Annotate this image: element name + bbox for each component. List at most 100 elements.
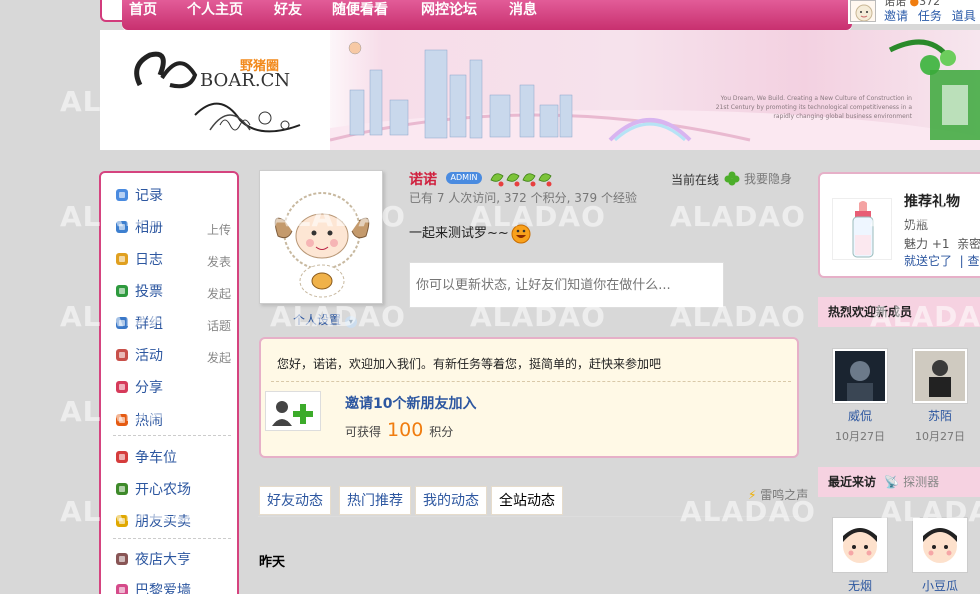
member-avatar[interactable]	[832, 348, 888, 404]
sidebar-item-label: 相册	[135, 220, 163, 236]
chevron-down-icon: ▾	[344, 316, 357, 328]
sidebar-item[interactable]: 日志 发表	[113, 247, 231, 271]
user-mini-avatar[interactable]	[850, 0, 876, 22]
sidebar-item-label: 分享	[135, 380, 163, 396]
view-gift-link[interactable]: 查看	[968, 254, 980, 268]
sidebar-item-action[interactable]: 话题	[207, 317, 231, 334]
sidebar-item-action[interactable]: 发起	[207, 285, 231, 302]
share-heart-icon	[115, 380, 129, 394]
sidebar-item-label: 开心农场	[135, 482, 191, 498]
user-links: 邀请 任务 道具	[884, 7, 980, 24]
clover-icon	[724, 171, 740, 191]
wall-icon	[115, 583, 129, 594]
detector-link[interactable]: 📡 探测器	[884, 475, 939, 489]
gift-name: 奶瓶	[904, 218, 929, 232]
nav-forum[interactable]: 网控论坛	[421, 0, 477, 20]
journal-icon	[115, 252, 129, 266]
member-name[interactable]: 苏陌	[910, 407, 970, 424]
photo-album-icon	[115, 220, 129, 234]
banner-slogan: You Dream, We Build. Creating a New Cult…	[715, 95, 912, 120]
watermark: ALADAO	[670, 200, 806, 233]
add-friend-icon[interactable]	[265, 391, 321, 431]
nav-friends[interactable]: 好友	[274, 0, 302, 20]
sidebar-item-label: 投票	[135, 284, 163, 300]
parking-icon	[115, 450, 129, 464]
microphone-icon	[115, 552, 129, 566]
invite-reward: 可获得 100 积分	[345, 419, 454, 441]
sidebar-item-label: 群组	[135, 316, 163, 332]
member-date: 10月27日	[915, 430, 965, 443]
admin-badge: ADMIN	[446, 172, 482, 184]
sidebar-item[interactable]: 争车位	[113, 445, 231, 469]
chat-bubble-icon	[115, 188, 129, 202]
lightning-icon: ⚡	[748, 488, 757, 502]
sidebar-divider	[113, 435, 231, 436]
welcome-text: 您好，诺诺，欢迎加入我们。有新任务等着您，挺简单的，赶快来参加吧	[277, 357, 662, 371]
top-nav: 首页 个人主页 好友 随便看看 网控论坛 消息	[122, 0, 852, 30]
tab-hot[interactable]: 热门推荐	[339, 486, 411, 515]
divider	[271, 381, 791, 382]
sidebar-item-label: 争车位	[135, 450, 177, 466]
header-banner: 野猪圈 BOAR.CN You Dream, We Build. Creatin…	[100, 30, 980, 150]
baby-bottle-icon[interactable]	[832, 198, 892, 260]
sidebar-item[interactable]: 群组 话题	[113, 311, 231, 335]
profile-stats: 已有 7 人次访问, 372 个积分, 379 个经验	[409, 191, 637, 205]
calendar-icon	[115, 348, 129, 362]
visitor-name[interactable]: 无烟	[830, 577, 890, 594]
logo-domain: BOAR.CN	[200, 70, 291, 91]
sidebar-item-label: 记录	[135, 188, 163, 204]
status-input[interactable]	[409, 262, 724, 308]
site-logo[interactable]: 野猪圈 BOAR.CN	[100, 30, 330, 150]
sidebar-item[interactable]: 投票 发起	[113, 279, 231, 303]
sidebar-item[interactable]: 夜店大亨	[113, 547, 231, 571]
poll-icon	[115, 284, 129, 298]
tab-divider	[258, 516, 798, 517]
tab-my-feed[interactable]: 我的动态	[415, 486, 487, 515]
status-message: 一起来测试罗~~	[409, 222, 531, 244]
city-illustration	[330, 39, 980, 150]
sidebar-item[interactable]: 分享	[113, 375, 231, 399]
sprout-icon	[115, 482, 129, 496]
fire-icon	[115, 413, 129, 427]
profile-settings-link[interactable]: 个人设置 ▾	[293, 311, 357, 328]
nav-profile[interactable]: 个人主页	[187, 0, 243, 20]
day-heading: 昨天	[259, 555, 286, 570]
recent-visitors-title: 最近来访 📡 探测器	[818, 467, 980, 497]
gift-charm: 魅力 +1 亲密	[904, 237, 980, 251]
sidebar-item-action[interactable]: 上传	[207, 221, 231, 238]
member-name[interactable]: 威侃	[830, 407, 890, 424]
sidebar-item[interactable]: 朋友买卖	[113, 509, 231, 533]
tab-friends-feed[interactable]: 好友动态	[259, 486, 331, 515]
nav-home[interactable]: 首页	[129, 0, 157, 20]
invite-task-title[interactable]: 邀请10个新朋友加入	[345, 393, 476, 413]
sidebar-item[interactable]: 记录	[113, 183, 231, 207]
gift-links: 就送它了 | 查看	[904, 252, 980, 269]
task-link[interactable]: 任务	[918, 9, 942, 23]
invite-link[interactable]: 邀请	[884, 9, 908, 23]
props-link[interactable]: 道具	[952, 9, 976, 23]
profile-avatar[interactable]	[259, 170, 383, 304]
sidebar-item[interactable]: 热闹	[113, 408, 231, 432]
profile-name[interactable]: 诺诺	[409, 169, 437, 189]
hide-online-link[interactable]: 我要隐身	[744, 170, 792, 187]
thunder-link[interactable]: ⚡ 雷鸣之声	[748, 486, 808, 503]
sidebar-item[interactable]: 相册 上传	[113, 215, 231, 239]
visitor-avatar[interactable]	[912, 517, 968, 573]
sidebar-item-action[interactable]: 发表	[207, 253, 231, 270]
sidebar-item[interactable]: 开心农场	[113, 477, 231, 501]
visitor-avatar[interactable]	[832, 517, 888, 573]
nav-browse[interactable]: 随便看看	[332, 0, 388, 20]
group-icon	[115, 316, 129, 330]
visitor-name[interactable]: 小豆瓜	[910, 577, 970, 594]
member-avatar[interactable]	[912, 348, 968, 404]
radar-icon: 📡	[884, 475, 900, 489]
sidebar-item-action[interactable]: 发起	[207, 349, 231, 366]
sidebar-divider	[113, 538, 231, 539]
sidebar-item[interactable]: 巴黎爱墙	[113, 578, 231, 594]
gift-title: 推荐礼物	[904, 194, 960, 210]
sidebar-item[interactable]: 活动 发起	[113, 343, 231, 367]
tab-site-feed[interactable]: 全站动态	[491, 486, 563, 515]
nav-messages[interactable]: 消息	[509, 0, 537, 20]
welcome-box: 您好，诺诺，欢迎加入我们。有新任务等着您，挺简单的，赶快来参加吧 邀请10个新朋…	[259, 337, 799, 458]
send-gift-link[interactable]: 就送它了	[904, 254, 952, 268]
